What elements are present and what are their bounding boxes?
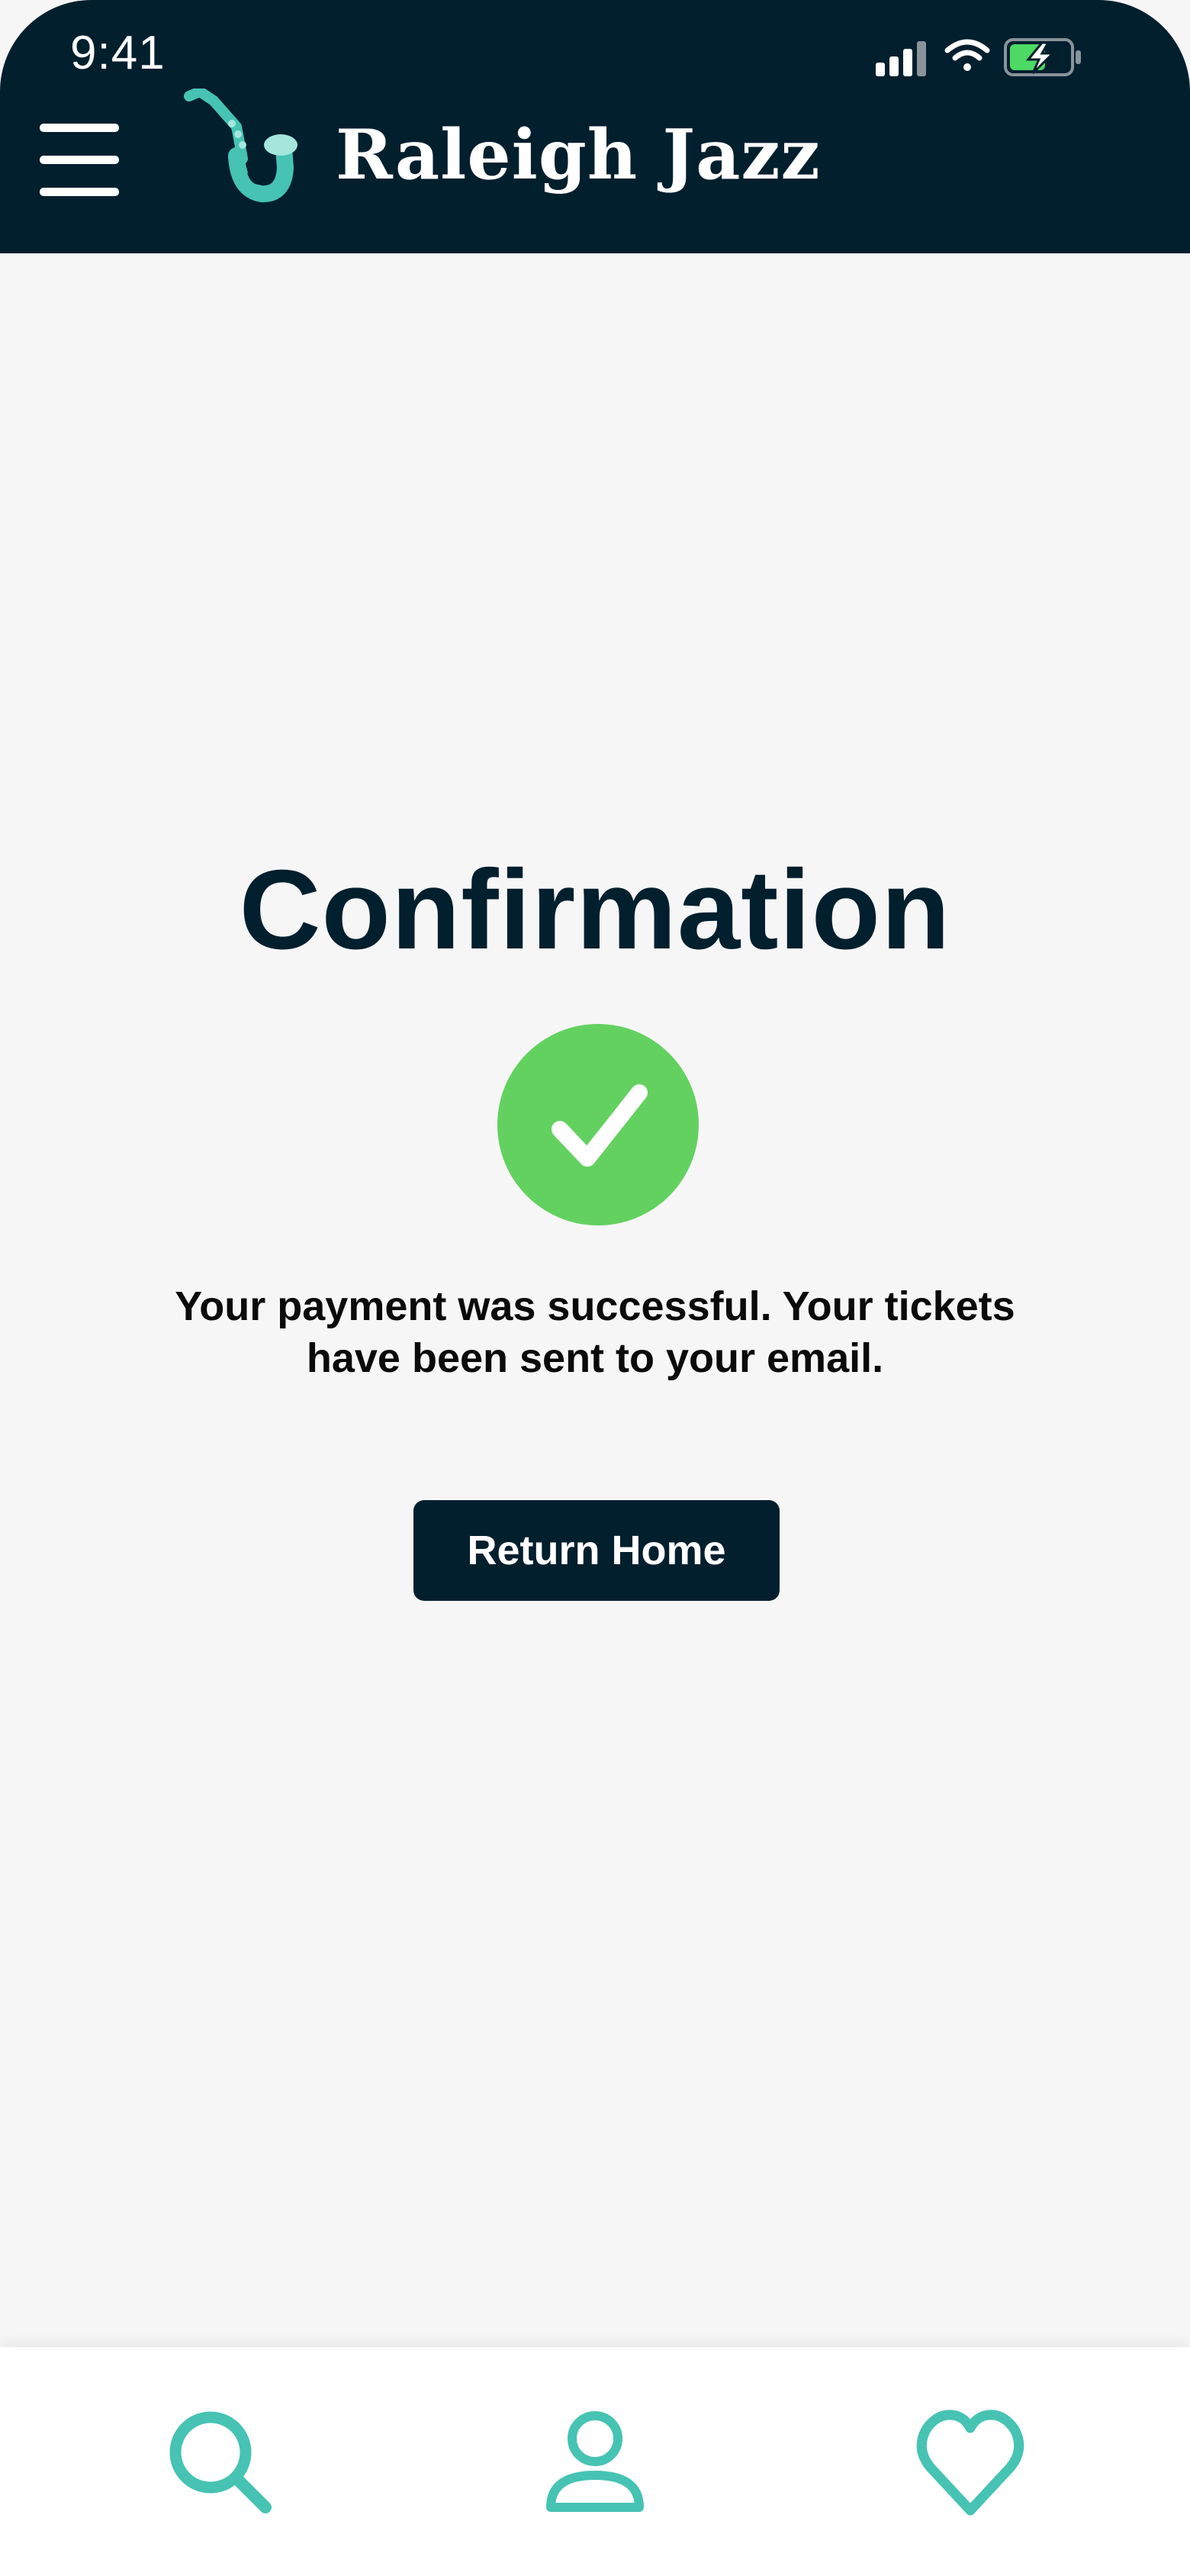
return-home-button[interactable]: Return Home <box>413 1500 780 1601</box>
tab-favorites[interactable] <box>909 2402 1031 2524</box>
status-icons <box>876 38 1081 76</box>
confirmation-screen: 9:41 Raleigh Jazz Confirmation Your paym… <box>0 0 1190 2576</box>
tab-profile[interactable] <box>534 2402 656 2524</box>
search-icon <box>169 2411 272 2513</box>
brand-name: Raleigh Jazz <box>336 114 821 195</box>
wifi-icon <box>944 39 990 71</box>
battery-charging-icon <box>1004 38 1081 76</box>
checkmark-circle-icon <box>497 1024 699 1225</box>
status-time: 9:41 <box>70 27 166 79</box>
user-icon <box>546 2411 644 2512</box>
menu-button[interactable] <box>38 122 122 198</box>
page-title: Confirmation <box>239 847 951 973</box>
saxophone-icon <box>184 89 298 203</box>
tab-search[interactable] <box>160 2402 282 2524</box>
bottom-tab-bar <box>0 2347 1190 2576</box>
app-header: 9:41 Raleigh Jazz <box>0 0 1190 253</box>
hamburger-menu-icon <box>40 124 119 196</box>
success-message: Your payment was successful. Your ticket… <box>175 1283 1015 1381</box>
heart-icon <box>916 2410 1024 2516</box>
cellular-signal-icon <box>876 41 926 76</box>
